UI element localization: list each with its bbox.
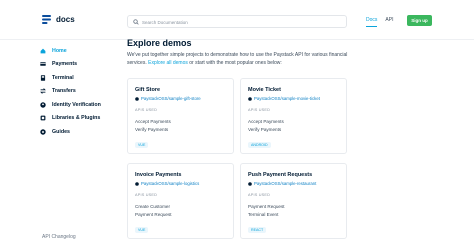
demo-card-gift-store[interactable]: Gift Store PaystackOSS/sample-gift-store… — [127, 78, 234, 154]
logo-text: docs — [56, 15, 75, 24]
identity-icon — [40, 102, 46, 108]
api-item: Accept Payments — [248, 119, 284, 124]
card-title: Gift Store — [135, 87, 161, 93]
nav-docs[interactable]: Docs — [366, 17, 378, 27]
api-item: Payment Request — [248, 204, 285, 209]
sidebar-item-guides[interactable]: Guides — [40, 125, 120, 139]
card-repo-label: PaystackOSS/sample-gift-store — [141, 96, 201, 101]
api-item: Accept Payments — [135, 119, 171, 124]
apis-used-label: APIS USED — [248, 193, 271, 197]
api-item: Payment Request — [135, 212, 172, 217]
search-input[interactable] — [142, 17, 342, 27]
intro-after: or start with the most popular ones belo… — [187, 59, 282, 66]
demo-card-movie-ticket[interactable]: Movie Ticket PaystackOSS/sample-movie-ti… — [240, 78, 347, 154]
card-repo-label: PaystackOSS/sample-movie-ticket — [254, 96, 320, 101]
explore-all-demos-link[interactable]: Explore all demos — [148, 60, 188, 66]
page-title: Explore demos — [127, 38, 192, 48]
api-item: Verify Payments — [135, 127, 169, 132]
home-icon — [40, 48, 46, 54]
apis-used-label: APIS USED — [135, 193, 158, 197]
sidebar-item-label: Identity Verification — [52, 101, 101, 108]
sidebar-item-home[interactable]: Home — [40, 44, 120, 58]
github-icon — [248, 96, 252, 101]
search-box[interactable] — [127, 15, 347, 28]
logo-icon — [42, 15, 51, 24]
header: docs Docs API Sign up — [0, 0, 474, 40]
api-item: Verify Payments — [248, 127, 282, 132]
api-item: Terminal Event — [248, 212, 279, 217]
sidebar-item-label: Payments — [52, 61, 78, 68]
sidebar-item-identity[interactable]: Identity Verification — [40, 98, 120, 112]
github-icon — [135, 96, 139, 101]
card-repo-label: PaystackOSS/sample-logistics — [141, 181, 200, 186]
sidebar-item-label: Transfers — [52, 88, 76, 95]
sidebar-item-label: Home — [52, 47, 67, 54]
framework-tag: VUE — [135, 227, 149, 233]
sidebar: Home Payments Terminal Transfers Identit… — [40, 44, 120, 139]
github-icon — [248, 181, 252, 186]
guide-icon — [40, 129, 46, 135]
github-icon — [135, 181, 139, 186]
sidebar-item-label: Libraries & Plugins — [52, 115, 101, 122]
sidebar-item-transfers[interactable]: Transfers — [40, 85, 120, 99]
card-repo-link[interactable]: PaystackOSS/sample-restaurant — [248, 181, 316, 186]
intro-text: We've put together simple projects to de… — [127, 52, 357, 67]
plugin-icon — [40, 115, 46, 121]
card-title: Push Payment Requests — [248, 172, 313, 178]
api-changelog-link[interactable]: API Changelog — [42, 234, 76, 240]
card-title: Invoice Payments — [135, 172, 182, 178]
sidebar-item-label: Terminal — [52, 74, 74, 81]
signup-button[interactable]: Sign up — [407, 15, 432, 26]
search-icon — [133, 19, 139, 25]
framework-tag: ANDROID — [248, 142, 271, 148]
card-repo-label: PaystackOSS/sample-restaurant — [254, 181, 317, 186]
nav-api[interactable]: API — [385, 17, 393, 27]
card-title: Movie Ticket — [248, 87, 281, 93]
sidebar-item-label: Guides — [52, 128, 70, 135]
sidebar-item-payments[interactable]: Payments — [40, 58, 120, 72]
sidebar-item-terminal[interactable]: Terminal — [40, 71, 120, 85]
card-repo-link[interactable]: PaystackOSS/sample-movie-ticket — [248, 96, 320, 101]
framework-tag: REACT — [248, 227, 267, 233]
apis-used-label: APIS USED — [135, 108, 158, 112]
logo[interactable]: docs — [42, 15, 75, 24]
card-repo-link[interactable]: PaystackOSS/sample-gift-store — [135, 96, 201, 101]
card-icon — [40, 62, 46, 67]
transfer-icon — [40, 88, 46, 94]
demo-card-invoice-payments[interactable]: Invoice Payments PaystackOSS/sample-logi… — [127, 163, 234, 239]
framework-tag: VUE — [135, 142, 149, 148]
api-item: Create Customer — [135, 204, 170, 209]
sidebar-item-libraries[interactable]: Libraries & Plugins — [40, 112, 120, 126]
top-nav: Docs API — [366, 17, 393, 27]
terminal-icon — [40, 75, 46, 81]
apis-used-label: APIS USED — [248, 108, 271, 112]
card-repo-link[interactable]: PaystackOSS/sample-logistics — [135, 181, 199, 186]
demo-card-push-payment-requests[interactable]: Push Payment Requests PaystackOSS/sample… — [240, 163, 347, 239]
